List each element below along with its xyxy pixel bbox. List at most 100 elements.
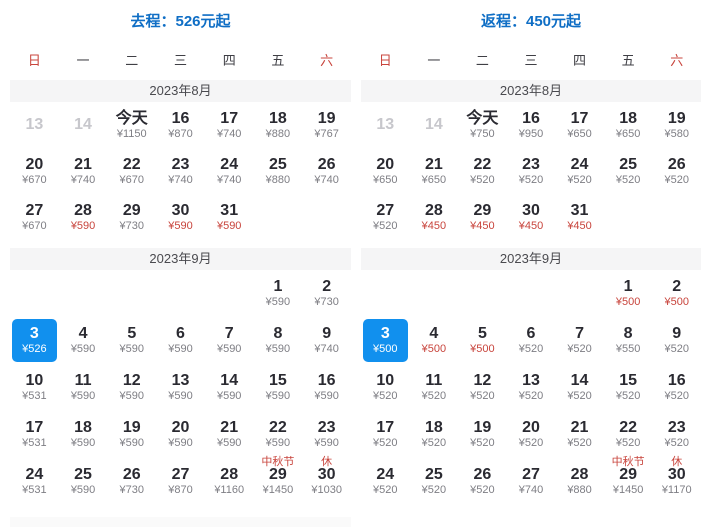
day-cell[interactable]: 16¥950 bbox=[507, 102, 556, 148]
day-cell[interactable]: 13¥590 bbox=[156, 364, 205, 411]
day-cell[interactable]: 12¥520 bbox=[458, 364, 507, 411]
day-cell[interactable]: 31¥590 bbox=[205, 194, 254, 240]
day-cell[interactable]: 20¥590 bbox=[156, 411, 205, 458]
day-cell[interactable]: 27¥670 bbox=[10, 194, 59, 240]
day-cell[interactable]: 18¥650 bbox=[604, 102, 653, 148]
day-cell[interactable]: 21¥650 bbox=[410, 148, 459, 194]
day-cell[interactable]: 11¥520 bbox=[410, 364, 459, 411]
day-cell[interactable]: 19¥580 bbox=[652, 102, 701, 148]
day-cell[interactable]: 22¥520 bbox=[604, 411, 653, 458]
day-cell[interactable]: 28¥590 bbox=[59, 194, 108, 240]
day-cell[interactable]: 23¥520 bbox=[652, 411, 701, 458]
day-cell[interactable]: 17¥520 bbox=[361, 411, 410, 458]
day-cell[interactable]: 18¥880 bbox=[254, 102, 303, 148]
day-cell[interactable]: 9¥740 bbox=[302, 317, 351, 364]
date-label: 3 bbox=[381, 325, 390, 343]
day-cell[interactable]: 15¥520 bbox=[604, 364, 653, 411]
day-cell[interactable]: 20¥650 bbox=[361, 148, 410, 194]
day-cell[interactable]: 26¥740 bbox=[302, 148, 351, 194]
day-cell[interactable]: 29¥450 bbox=[458, 194, 507, 240]
day-cell[interactable]: 2¥500 bbox=[652, 270, 701, 317]
day-cell[interactable]: 30¥450 bbox=[507, 194, 556, 240]
day-cell[interactable]: 27¥520 bbox=[361, 194, 410, 240]
day-cell[interactable]: 7¥590 bbox=[205, 317, 254, 364]
day-cell[interactable]: 26¥520 bbox=[652, 148, 701, 194]
day-cell[interactable]: 8¥590 bbox=[254, 317, 303, 364]
price-label: ¥750 bbox=[470, 128, 494, 141]
day-cell[interactable]: 11¥590 bbox=[59, 364, 108, 411]
day-cell[interactable]: 16¥870 bbox=[156, 102, 205, 148]
day-cell[interactable]: 27¥870 bbox=[156, 458, 205, 505]
day-cell[interactable]: 15¥590 bbox=[254, 364, 303, 411]
day-cell[interactable]: 26¥520 bbox=[458, 458, 507, 505]
day-cell[interactable]: 14¥520 bbox=[555, 364, 604, 411]
day-cell[interactable]: 2¥730 bbox=[302, 270, 351, 317]
day-cell[interactable]: 24¥520 bbox=[361, 458, 410, 505]
day-cell[interactable]: 27¥740 bbox=[507, 458, 556, 505]
day-cell[interactable]: 23¥590 bbox=[302, 411, 351, 458]
price-label: ¥500 bbox=[616, 296, 640, 309]
day-cell[interactable]: 休30¥1170 bbox=[652, 458, 701, 505]
day-cell[interactable]: 5¥590 bbox=[107, 317, 156, 364]
day-cell[interactable]: 29¥730 bbox=[107, 194, 156, 240]
date-label: 16 bbox=[522, 110, 540, 128]
day-cell[interactable]: 18¥590 bbox=[59, 411, 108, 458]
weekday-header-row: 日一二三四五六 bbox=[361, 50, 701, 66]
day-cell-selected[interactable]: 3¥526 bbox=[12, 319, 57, 362]
day-cell[interactable]: 22¥670 bbox=[107, 148, 156, 194]
day-cell[interactable]: 19¥767 bbox=[302, 102, 351, 148]
day-cell[interactable]: 21¥590 bbox=[205, 411, 254, 458]
day-cell[interactable]: 21¥520 bbox=[555, 411, 604, 458]
day-cell[interactable]: 12¥590 bbox=[107, 364, 156, 411]
day-cell[interactable]: 23¥520 bbox=[507, 148, 556, 194]
day-cell[interactable]: 22¥590 bbox=[254, 411, 303, 458]
day-cell[interactable]: 中秋节29¥1450 bbox=[254, 458, 303, 505]
day-cell[interactable]: 24¥740 bbox=[205, 148, 254, 194]
day-cell[interactable]: 18¥520 bbox=[410, 411, 459, 458]
day-cell[interactable]: 9¥520 bbox=[652, 317, 701, 364]
day-cell[interactable]: 今天¥1150 bbox=[107, 102, 156, 148]
day-cell[interactable]: 25¥590 bbox=[59, 458, 108, 505]
day-cell[interactable]: 19¥590 bbox=[107, 411, 156, 458]
day-cell-selected[interactable]: 3¥500 bbox=[363, 319, 408, 362]
day-cell[interactable]: 5¥500 bbox=[458, 317, 507, 364]
day-cell[interactable]: 19¥520 bbox=[458, 411, 507, 458]
day-cell[interactable]: 28¥880 bbox=[555, 458, 604, 505]
day-cell[interactable]: 22¥520 bbox=[458, 148, 507, 194]
day-cell[interactable]: 20¥520 bbox=[507, 411, 556, 458]
day-cell[interactable]: 今天¥750 bbox=[458, 102, 507, 148]
day-cell[interactable]: 16¥590 bbox=[302, 364, 351, 411]
day-cell[interactable]: 31¥450 bbox=[555, 194, 604, 240]
day-cell[interactable]: 16¥520 bbox=[652, 364, 701, 411]
day-cell[interactable]: 21¥740 bbox=[59, 148, 108, 194]
day-cell[interactable]: 25¥880 bbox=[254, 148, 303, 194]
day-cell[interactable]: 休30¥1030 bbox=[302, 458, 351, 505]
day-cell[interactable]: 17¥650 bbox=[555, 102, 604, 148]
day-cell[interactable]: 10¥520 bbox=[361, 364, 410, 411]
day-cell[interactable]: 24¥520 bbox=[555, 148, 604, 194]
day-cell[interactable]: 13¥520 bbox=[507, 364, 556, 411]
day-cell[interactable]: 23¥740 bbox=[156, 148, 205, 194]
day-cell[interactable]: 28¥1160 bbox=[205, 458, 254, 505]
day-cell[interactable]: 28¥450 bbox=[410, 194, 459, 240]
day-cell[interactable]: 1¥500 bbox=[604, 270, 653, 317]
day-cell[interactable]: 1¥590 bbox=[254, 270, 303, 317]
day-cell[interactable]: 6¥520 bbox=[507, 317, 556, 364]
day-cell[interactable]: 6¥590 bbox=[156, 317, 205, 364]
day-cell[interactable]: 中秋节29¥1450 bbox=[604, 458, 653, 505]
day-cell[interactable]: 10¥531 bbox=[10, 364, 59, 411]
day-cell[interactable]: 17¥531 bbox=[10, 411, 59, 458]
day-cell[interactable]: 7¥520 bbox=[555, 317, 604, 364]
day-cell[interactable]: 17¥740 bbox=[205, 102, 254, 148]
depart-calendar: 日一二三四五六2023年8月1314今天¥115016¥87017¥74018¥… bbox=[10, 50, 351, 505]
day-cell[interactable]: 25¥520 bbox=[410, 458, 459, 505]
day-cell[interactable]: 25¥520 bbox=[604, 148, 653, 194]
day-cell[interactable]: 8¥550 bbox=[604, 317, 653, 364]
day-cell[interactable]: 20¥670 bbox=[10, 148, 59, 194]
day-cell[interactable]: 14¥590 bbox=[205, 364, 254, 411]
day-cell[interactable]: 4¥590 bbox=[59, 317, 108, 364]
day-cell[interactable]: 26¥730 bbox=[107, 458, 156, 505]
day-cell[interactable]: 4¥500 bbox=[410, 317, 459, 364]
day-cell[interactable]: 24¥531 bbox=[10, 458, 59, 505]
day-cell[interactable]: 30¥590 bbox=[156, 194, 205, 240]
